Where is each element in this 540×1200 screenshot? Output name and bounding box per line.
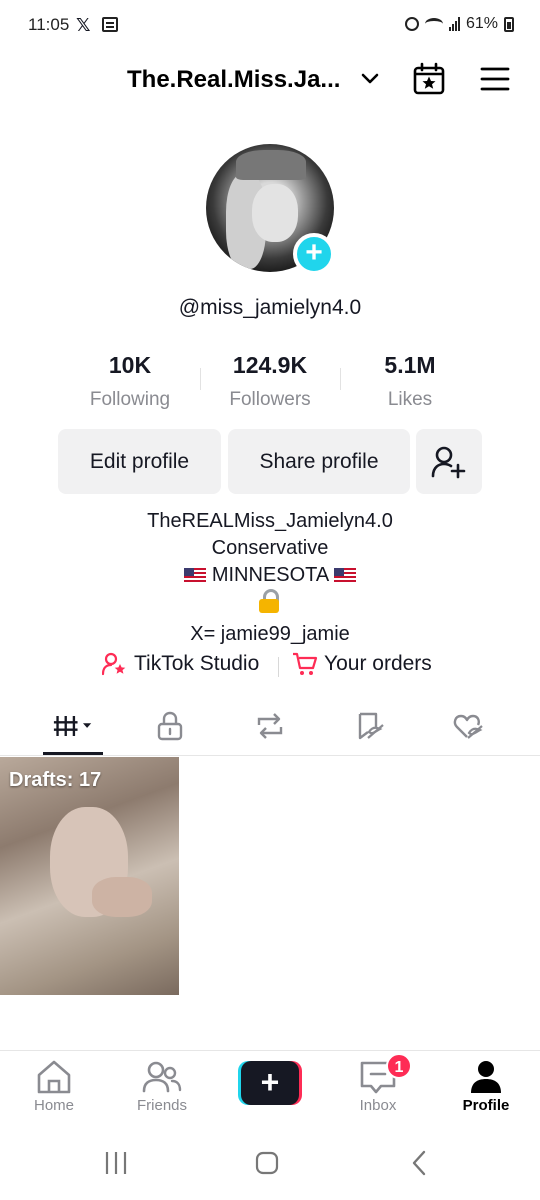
stat-value: 5.1M	[384, 352, 436, 378]
lock-emoji-icon	[259, 589, 281, 613]
bio-line-location: MINNESOTA	[0, 562, 540, 589]
back-icon[interactable]	[408, 1150, 432, 1176]
clock: 11:05	[28, 15, 70, 34]
battery-icon	[504, 16, 514, 32]
bio-line: X= jamie99_jamie	[190, 623, 350, 645]
profile-links: TikTok Studio Your orders	[0, 652, 540, 682]
profile-tabs	[0, 700, 540, 756]
nav-label: Friends	[136, 1097, 188, 1114]
bio-line: Conservative	[211, 537, 329, 559]
nav-home[interactable]: Home	[9, 1059, 99, 1114]
cart-icon	[293, 652, 318, 675]
chevron-down-icon[interactable]	[360, 68, 380, 88]
friends-icon	[142, 1061, 182, 1093]
recent-apps-icon[interactable]	[104, 1150, 128, 1176]
nav-profile[interactable]: Profile	[441, 1059, 531, 1114]
tab-private[interactable]	[150, 710, 190, 742]
active-tab-indicator	[43, 752, 103, 755]
edit-profile-button[interactable]: Edit profile	[58, 429, 221, 494]
status-bar: 11:05 𝕏 61%	[0, 0, 540, 52]
wifi-icon	[424, 18, 443, 30]
stat-value: 10K	[108, 352, 152, 378]
profile-bio: TheREALMiss_Jamielyn4.0 Conservative MIN…	[0, 508, 540, 648]
tab-liked[interactable]	[448, 710, 488, 742]
profile-header: The.Real.Miss.Ja...	[0, 58, 540, 102]
stat-following[interactable]: 10K Following	[60, 352, 200, 411]
stat-label: Following	[89, 389, 171, 410]
nav-label: Profile	[462, 1097, 510, 1114]
bio-location: MINNESOTA	[211, 564, 329, 586]
inbox-badge: 1	[386, 1053, 412, 1079]
home-system-icon[interactable]	[255, 1150, 279, 1176]
stat-value: 124.9K	[232, 352, 308, 378]
tab-videos[interactable]	[53, 710, 93, 742]
tab-reposts[interactable]	[250, 710, 290, 742]
divider	[278, 657, 279, 677]
liked-icon	[453, 714, 483, 739]
videos-grid-icon	[53, 716, 92, 736]
add-friend-button[interactable]	[416, 429, 482, 494]
add-story-icon[interactable]: +	[293, 233, 335, 275]
profile-handle: @miss_jamielyn4.0	[178, 296, 362, 319]
home-icon	[37, 1060, 71, 1094]
account-switcher-title[interactable]: The.Real.Miss.Ja...	[127, 66, 340, 94]
nav-label: Home	[33, 1097, 74, 1114]
calendar-star-icon[interactable]	[412, 62, 446, 96]
share-profile-button[interactable]: Share profile	[228, 429, 410, 494]
orders-label: Your orders	[324, 652, 432, 675]
drafts-label: Drafts: 17	[9, 769, 102, 791]
lock-icon	[157, 711, 183, 741]
bio-line: TheREALMiss_Jamielyn4.0	[147, 510, 393, 532]
nav-label: Inbox	[359, 1097, 397, 1114]
bottom-navigation: Home Friends + Inbox Profile	[0, 1050, 540, 1130]
x-app-icon: 𝕏	[76, 15, 91, 35]
repost-icon	[257, 713, 283, 739]
add-person-icon	[431, 446, 466, 478]
studio-person-star-icon	[102, 652, 126, 676]
tab-favorites[interactable]	[350, 710, 390, 742]
your-orders-link[interactable]: Your orders	[292, 652, 432, 676]
battery-level: 61%	[465, 15, 498, 32]
signal-icon	[448, 17, 460, 31]
create-button[interactable]: +	[238, 1061, 302, 1105]
plus-icon: +	[241, 1061, 299, 1105]
us-flag-icon	[333, 568, 356, 582]
profile-stats: 10K Following 124.9K Followers 5.1M Like…	[60, 352, 480, 412]
stat-followers[interactable]: 124.9K Followers	[200, 352, 340, 411]
drafts-thumbnail[interactable]: Drafts: 17	[0, 757, 179, 995]
us-flag-icon	[184, 568, 207, 582]
menu-icon[interactable]	[480, 66, 510, 92]
stat-label: Likes	[387, 389, 433, 410]
profile-person-icon	[471, 1061, 501, 1093]
stat-likes[interactable]: 5.1M Likes	[340, 352, 480, 411]
favorites-icon	[358, 712, 384, 740]
studio-label: TikTok Studio	[134, 652, 260, 675]
alarm-icon	[404, 17, 419, 31]
news-icon	[102, 17, 118, 32]
system-navigation	[0, 1130, 540, 1200]
nav-friends[interactable]: Friends	[117, 1059, 207, 1114]
tiktok-studio-link[interactable]: TikTok Studio	[102, 652, 259, 676]
stat-label: Followers	[229, 389, 311, 410]
